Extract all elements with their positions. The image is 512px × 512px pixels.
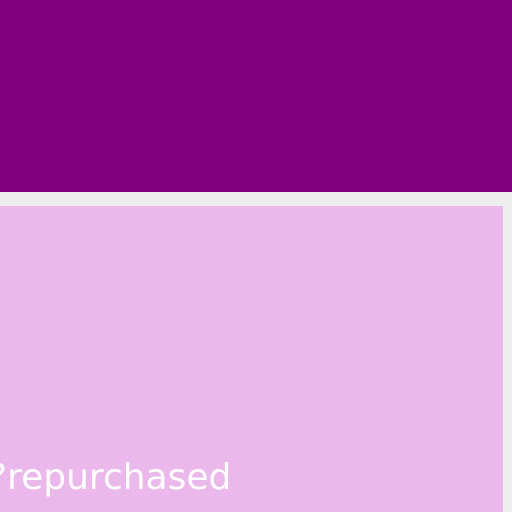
app-screen: ?repurchased: [0, 0, 512, 512]
card-label: ?repurchased: [0, 457, 232, 498]
header-band: [0, 0, 512, 192]
